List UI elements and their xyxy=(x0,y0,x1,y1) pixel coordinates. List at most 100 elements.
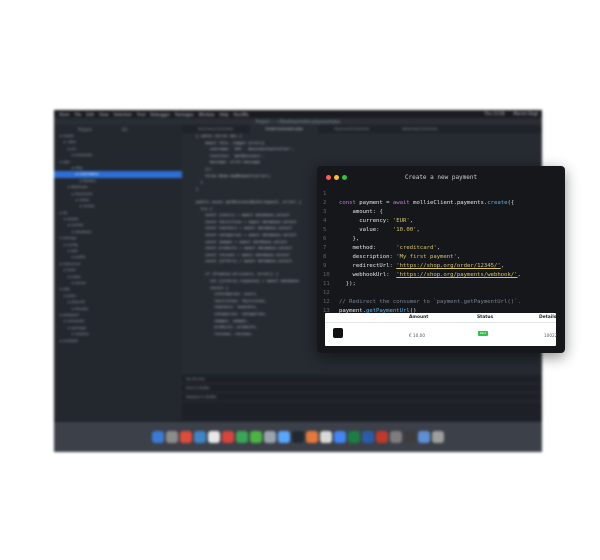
editor-tab[interactable]: PaymentController xyxy=(318,125,386,133)
line-number: 12 xyxy=(323,290,330,296)
menubar-item[interactable]: Packages xyxy=(175,112,194,117)
line-number: 4 xyxy=(323,218,327,224)
code-token: : xyxy=(386,218,393,224)
menubar-item[interactable]: Atom xyxy=(59,112,70,117)
line-number: 9 xyxy=(323,263,327,269)
dock-app-icon[interactable] xyxy=(334,431,346,443)
column-header-details: Details xyxy=(539,315,557,320)
menubar-item[interactable]: Run/Me xyxy=(234,112,249,117)
menubar-item[interactable]: View xyxy=(99,112,109,117)
code-token: 'https://shop.org/order/12345/' xyxy=(396,263,501,269)
dock-app-icon[interactable] xyxy=(166,431,178,443)
cell-details: 10022 xyxy=(544,333,558,338)
line-number: 8 xyxy=(323,254,327,260)
dock-app-icon[interactable] xyxy=(348,431,360,443)
code-token: value xyxy=(359,227,377,233)
code-token: currency xyxy=(359,218,387,224)
menubar-item[interactable]: Help xyxy=(219,112,228,117)
payment-method-icon xyxy=(333,328,343,338)
code-token: const xyxy=(339,200,360,206)
code-token: , xyxy=(436,245,441,251)
panel-row[interactable]: Go To Line xyxy=(182,375,542,384)
dock-app-icon[interactable] xyxy=(278,431,290,443)
menubar-status: Marvin Degt xyxy=(513,111,538,116)
editor-tab[interactable]: BusinessController xyxy=(182,125,250,133)
menubar-item[interactable]: Debugger xyxy=(150,112,170,117)
dock-app-icon[interactable] xyxy=(222,431,234,443)
dock-app-icon[interactable] xyxy=(264,431,276,443)
dock-app-icon[interactable] xyxy=(390,431,402,443)
menubar-item[interactable]: Selection xyxy=(114,112,132,117)
code-token: 'My first payment' xyxy=(396,254,457,260)
dock-app-icon[interactable] xyxy=(292,431,304,443)
code-line: 12 // Redirect the consumer to `payment.g… xyxy=(323,298,559,307)
code-line: 6 }, xyxy=(323,235,559,244)
column-header-status: Status xyxy=(477,315,494,320)
code-token: method xyxy=(352,245,373,251)
dock-app-icon[interactable] xyxy=(404,431,416,443)
code-token: create xyxy=(487,200,508,206)
line-number: 7 xyxy=(323,245,327,251)
editor-code-line: function: 'getBusiness', xyxy=(196,152,265,158)
code-token: payments xyxy=(456,200,484,206)
table-divider xyxy=(325,322,556,323)
code-line: 7 method: 'creditcard', xyxy=(323,244,559,253)
panel-row[interactable]: Replace in Buffer xyxy=(182,393,542,402)
mac-dock xyxy=(54,422,542,452)
dock-app-icon[interactable] xyxy=(362,431,374,443)
code-token: webhookUrl xyxy=(352,272,387,278)
menubar-item[interactable]: File xyxy=(75,112,82,117)
code-token: '10.00' xyxy=(392,227,417,233)
line-number: 12 xyxy=(323,299,330,305)
menubar-status: Thu 13:58 xyxy=(484,111,505,116)
dock-app-icon[interactable] xyxy=(250,431,262,443)
code-token: , xyxy=(500,263,505,269)
project-tree-sidebar: Project Git ▸ mollie ▸ .idea ▸ src ▸ exampl… xyxy=(54,125,182,420)
line-number: 1 xyxy=(323,191,327,197)
code-line: 4 currency: 'EUR', xyxy=(323,217,559,226)
editor-tab[interactable]: WebhookController xyxy=(386,125,454,133)
dock-app-icon[interactable] xyxy=(180,431,192,443)
line-number: 5 xyxy=(323,227,327,233)
code-token: // Redirect the consumer to `payment.get… xyxy=(339,299,521,305)
code-line: 3 amount: { xyxy=(323,208,559,217)
menubar-item[interactable]: Find xyxy=(137,112,145,117)
code-line: 9 redirectUrl: 'https://shop.org/order/1… xyxy=(323,262,559,271)
editor-code-line: await this._logger.error({ xyxy=(196,139,265,145)
code-token: 'creditcard' xyxy=(396,245,437,251)
sidebar-tab-project[interactable]: Project xyxy=(78,127,92,132)
dock-app-icon[interactable] xyxy=(194,431,206,443)
editor-tab[interactable]: OrderController.php xyxy=(250,125,318,133)
code-line: 11 }); xyxy=(323,280,559,289)
code-token: , xyxy=(517,272,521,278)
menubar-item[interactable]: Edit xyxy=(86,112,94,117)
line-number: 10 xyxy=(323,272,330,278)
find-panel: Go To Line Find in Buffer Replace in Buffe… xyxy=(182,375,542,420)
dock-app-icon[interactable] xyxy=(432,431,444,443)
dock-app-icon[interactable] xyxy=(418,431,430,443)
dock-app-icon[interactable] xyxy=(152,431,164,443)
dock-app-icon[interactable] xyxy=(306,431,318,443)
code-line: 8 description: 'My first payment', xyxy=(323,253,559,262)
line-number: 6 xyxy=(323,236,327,242)
code-token: , xyxy=(409,218,414,224)
dock-app-icon[interactable] xyxy=(376,431,388,443)
line-number: 2 xyxy=(323,200,327,206)
sidebar-tab-git[interactable]: Git xyxy=(122,127,128,132)
dock-app-icon[interactable] xyxy=(236,431,248,443)
code-token: payment xyxy=(359,200,387,206)
line-number: 11 xyxy=(323,281,330,287)
code-token: 'https://shop.org/payments/webhook/' xyxy=(396,272,518,278)
dock-app-icon[interactable] xyxy=(208,431,220,443)
editor-code-line: username: 'API - BusinessController', xyxy=(196,146,295,152)
code-line: 10 webhookUrl: 'https://shop.org/payment… xyxy=(323,271,559,280)
card-title: Create a new payment xyxy=(404,174,478,181)
menubar-item[interactable]: Window xyxy=(199,112,215,117)
panel-row[interactable]: Find in Buffer xyxy=(182,384,542,393)
tree-item[interactable]: ▸ LICENSE xyxy=(54,338,182,344)
dock-app-icon[interactable] xyxy=(320,431,332,443)
